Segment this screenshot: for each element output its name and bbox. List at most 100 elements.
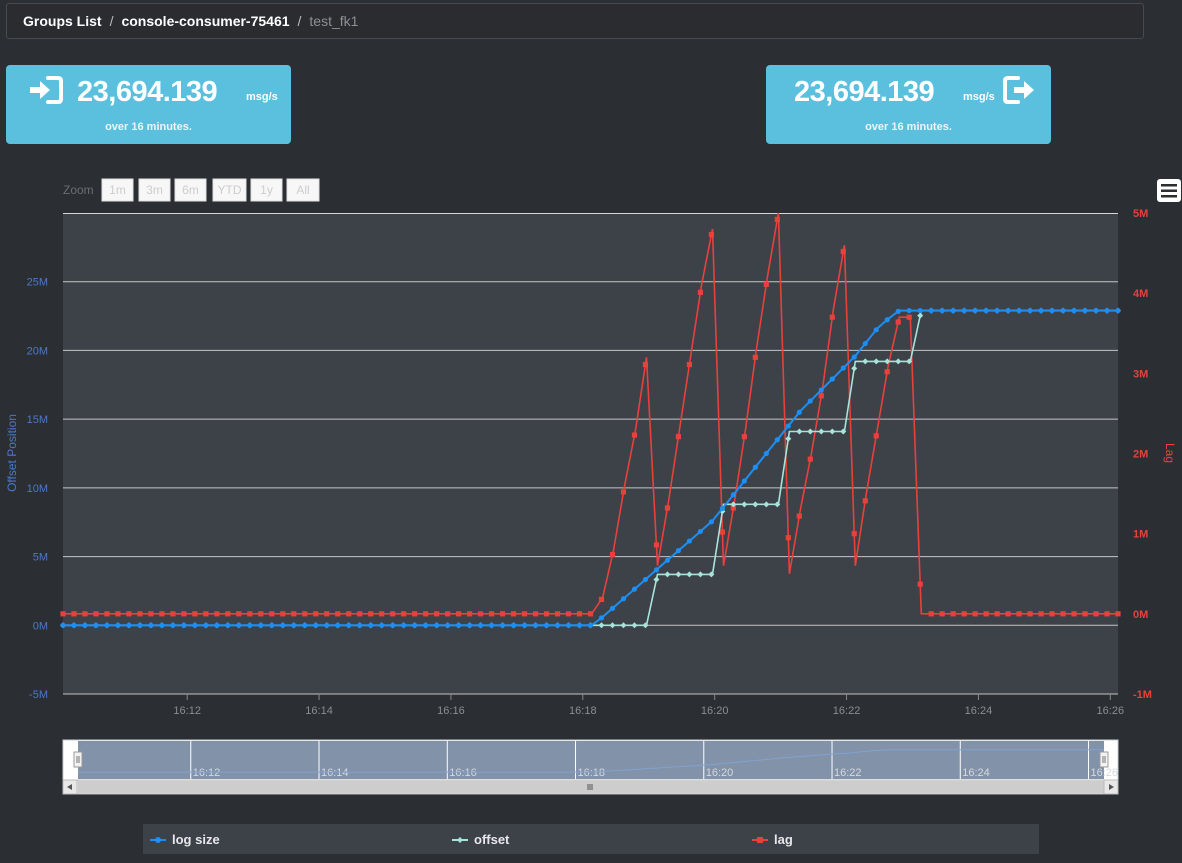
data-point: [697, 289, 703, 295]
data-point: [324, 622, 330, 628]
data-point: [423, 622, 429, 628]
data-point: [412, 622, 418, 628]
data-point: [807, 456, 813, 462]
data-point: [521, 622, 528, 628]
data-point: [1115, 307, 1121, 314]
zoom-button-label[interactable]: 3m: [146, 183, 163, 197]
data-point: [335, 611, 341, 617]
data-point: [60, 611, 66, 617]
data-point: [488, 611, 495, 617]
breadcrumb-separator: /: [297, 13, 302, 29]
zoom-button-label[interactable]: All: [296, 183, 309, 197]
incoming-rate-value: 23,694.139: [77, 76, 218, 108]
data-point: [1115, 611, 1121, 617]
outgoing-rate-unit: msg/s: [963, 91, 995, 103]
legend-marker-icon[interactable]: [155, 837, 161, 843]
data-point: [258, 611, 264, 617]
navigator-right-handle[interactable]: [1099, 751, 1109, 768]
zoom-label: Zoom: [63, 183, 94, 197]
data-point: [412, 611, 418, 617]
outgoing-rate-card: 23,694.139 msg/s over 16 minutes.: [766, 65, 1051, 144]
y-left-axis-title: Offset Position: [5, 414, 19, 492]
data-point: [181, 622, 187, 628]
zoom-button-6m[interactable]: 6m: [174, 178, 207, 202]
data-point: [994, 611, 1000, 617]
data-point: [291, 622, 297, 628]
zoom-button-3m[interactable]: 3m: [138, 178, 171, 202]
data-point: [851, 531, 857, 537]
data-point: [532, 622, 539, 628]
data-point: [423, 611, 429, 617]
data-point: [950, 307, 956, 314]
zoom-button-ytd[interactable]: YTD: [212, 178, 247, 202]
zoom-button-1m[interactable]: 1m: [101, 178, 134, 202]
data-point: [1038, 611, 1044, 617]
data-point: [1104, 611, 1110, 617]
data-point: [906, 307, 912, 314]
scrollbar-right-arrow-icon[interactable]: [1103, 779, 1119, 795]
zoom-button-label[interactable]: 1y: [260, 183, 273, 197]
data-point: [456, 611, 462, 617]
data-point: [763, 450, 769, 457]
data-point: [961, 611, 967, 617]
data-point: [884, 369, 890, 375]
hamburger-menu-icon[interactable]: [1157, 179, 1181, 202]
data-point: [543, 611, 550, 617]
offset-lag-chart: Zoom 1m 3m 6m YTD 1y All 16:12 16:14 16:16 16:18…: [5, 178, 1181, 854]
data-point: [104, 611, 110, 617]
data-point: [653, 567, 660, 573]
incoming-rate-card: 23,694.139 msg/s over 16 minutes.: [6, 65, 291, 144]
data-point: [60, 622, 66, 628]
data-point: [467, 611, 473, 617]
data-point: [137, 622, 143, 628]
data-point: [280, 611, 286, 617]
data-point: [247, 611, 253, 617]
data-point: [1082, 611, 1088, 617]
zoom-button-label[interactable]: 1m: [109, 183, 126, 197]
legend-marker-icon[interactable]: [757, 837, 763, 843]
scrollbar[interactable]: [62, 779, 1119, 795]
navigator-tick-label: 16:14: [321, 767, 349, 779]
incoming-rate-unit: msg/s: [246, 91, 278, 103]
y-right-tick-label: 1M: [1133, 529, 1148, 541]
data-point: [642, 361, 649, 368]
data-point: [807, 398, 813, 404]
data-point: [71, 622, 77, 628]
data-point: [917, 581, 923, 587]
legend-label[interactable]: lag: [774, 832, 793, 847]
data-point: [313, 611, 319, 617]
navigator-left-handle[interactable]: [73, 751, 83, 768]
breadcrumb-consumer-group[interactable]: console-consumer-75461: [121, 13, 289, 29]
legend-label[interactable]: offset: [474, 832, 510, 847]
data-point: [620, 489, 627, 495]
zoom-button-label[interactable]: 6m: [182, 183, 199, 197]
x-tick-label: 16:14: [305, 705, 333, 717]
navigator-tick-label: 16:22: [834, 767, 862, 779]
data-point: [631, 432, 638, 438]
zoom-button-all[interactable]: All: [286, 178, 320, 202]
data-point: [499, 622, 506, 628]
data-point: [653, 542, 660, 548]
scrollbar-left-arrow-icon[interactable]: [62, 779, 78, 795]
data-point: [214, 611, 220, 617]
navigator[interactable]: 16:12 16:14 16:16 16:18 16:20 16:22 16:24 16:26: [62, 739, 1119, 781]
data-point: [247, 622, 253, 628]
y-right-tick-label: 5M: [1133, 208, 1148, 220]
data-point: [950, 611, 956, 617]
legend-label[interactable]: log size: [172, 832, 220, 847]
outgoing-rate-note: over 16 minutes.: [865, 121, 952, 133]
zoom-button-label[interactable]: YTD: [218, 183, 242, 197]
data-point: [1071, 307, 1077, 314]
data-point: [565, 611, 572, 617]
data-point: [675, 548, 682, 554]
scrollbar-thumb[interactable]: [78, 781, 1104, 793]
data-point: [1060, 611, 1066, 617]
breadcrumb-groups-list[interactable]: Groups List: [23, 13, 102, 29]
data-point: [598, 596, 605, 603]
x-tick-label: 16:26: [1097, 705, 1125, 717]
data-point: [456, 622, 462, 628]
data-point: [983, 611, 989, 617]
zoom-button-1y[interactable]: 1y: [250, 178, 283, 202]
y-left-tick-label: 5M: [33, 552, 48, 564]
data-point: [1093, 611, 1099, 617]
